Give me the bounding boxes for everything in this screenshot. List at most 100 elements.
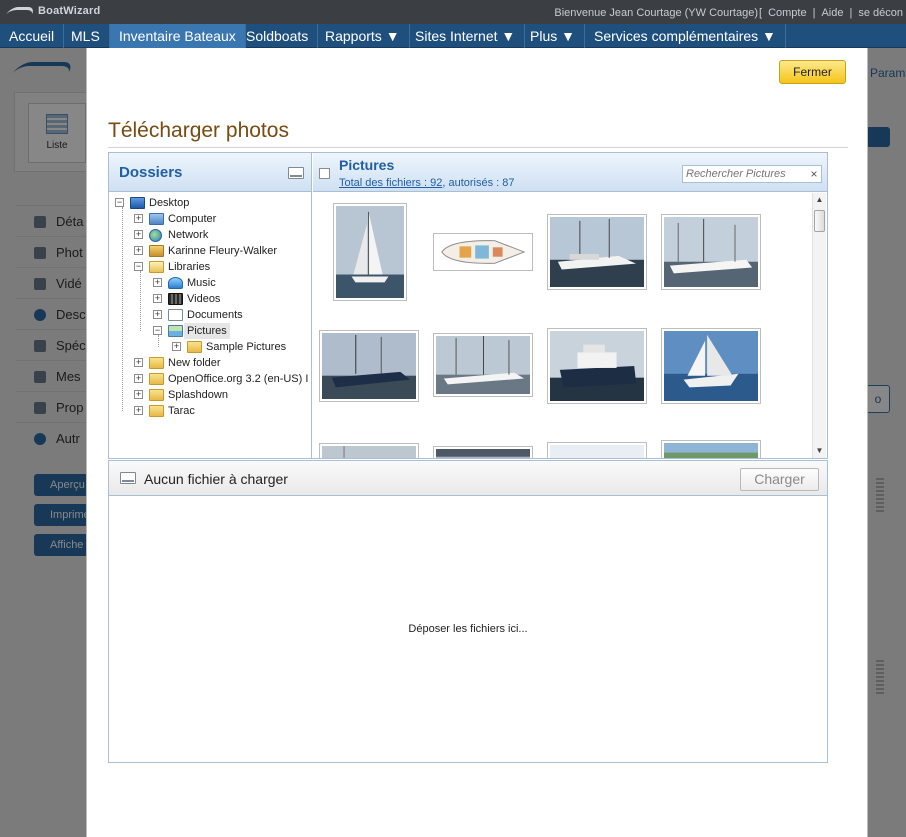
upload-header: Aucun fichier à charger Charger xyxy=(109,461,827,496)
collapse-queue-icon[interactable] xyxy=(120,472,136,484)
tree-node-desktop[interactable]: − Desktop xyxy=(109,195,309,211)
collapse-icon[interactable]: − xyxy=(134,262,143,271)
close-button[interactable]: Fermer xyxy=(779,60,846,84)
photo-thumbnail[interactable] xyxy=(661,440,761,458)
upload-status: Aucun fichier à charger xyxy=(144,471,288,487)
folder-icon xyxy=(149,357,164,369)
photo-thumbnail[interactable] xyxy=(661,328,761,404)
sailboat-photo xyxy=(336,206,404,298)
files-count: Total des fichiers : 92, autorisés : 87 xyxy=(339,177,515,189)
sailing-heeling-photo xyxy=(664,331,758,401)
photo-thumbnail[interactable] xyxy=(547,442,647,458)
tree-node-openoffice[interactable]: + OpenOffice.org 3.2 (en-US) I xyxy=(109,371,309,387)
title-divider xyxy=(108,147,848,148)
expand-icon[interactable]: + xyxy=(134,358,143,367)
boat-photo xyxy=(664,443,758,458)
photo-thumbnail[interactable] xyxy=(661,214,761,290)
pictures-icon xyxy=(168,325,183,337)
nav-rapports[interactable]: Rapports ▼ xyxy=(316,24,410,48)
expand-icon[interactable]: + xyxy=(134,230,143,239)
thumbnail-grid xyxy=(313,193,813,458)
expand-icon[interactable]: + xyxy=(153,278,162,287)
expand-icon[interactable]: + xyxy=(134,374,143,383)
scroll-thumb[interactable] xyxy=(814,210,825,232)
boatwizard-logo-icon xyxy=(5,7,37,16)
folders-pane: Dossiers − Desktop + Computer + Network … xyxy=(109,153,312,458)
photo-thumbnail[interactable] xyxy=(433,446,533,458)
libraries-icon xyxy=(149,261,164,273)
nav-accueil[interactable]: Accueil xyxy=(0,24,65,48)
expand-icon[interactable]: + xyxy=(134,390,143,399)
network-icon xyxy=(149,229,162,242)
folder-icon xyxy=(149,389,164,401)
select-all-checkbox[interactable] xyxy=(319,168,330,179)
tree-node-tarac[interactable]: + Tarac xyxy=(109,403,309,419)
tree-node-new-folder[interactable]: + New folder xyxy=(109,355,309,371)
search-input[interactable] xyxy=(682,165,822,183)
upload-queue: Aucun fichier à charger Charger Déposer … xyxy=(108,460,828,763)
scroll-down-icon[interactable]: ▼ xyxy=(813,444,826,458)
expand-icon[interactable]: + xyxy=(172,342,181,351)
nav-plus[interactable]: Plus ▼ xyxy=(521,24,585,48)
photo-thumbnail[interactable] xyxy=(547,214,647,290)
folders-header: Dossiers xyxy=(109,153,311,192)
collapse-pane-icon[interactable] xyxy=(288,167,304,179)
folder-icon xyxy=(149,373,164,385)
tree-node-label: Documents xyxy=(187,309,243,321)
scroll-up-icon[interactable]: ▲ xyxy=(813,193,826,207)
expand-icon[interactable]: + xyxy=(134,246,143,255)
boat-marina-photo xyxy=(550,217,644,287)
documents-icon xyxy=(168,309,183,321)
files-header: Pictures Total des fichiers : 92, autori… xyxy=(313,153,827,192)
user-folder-icon xyxy=(149,245,164,257)
expand-icon[interactable]: + xyxy=(134,214,143,223)
photo-thumbnail[interactable] xyxy=(319,330,419,402)
tree-node-network[interactable]: + Network xyxy=(109,227,309,243)
photo-thumbnail[interactable] xyxy=(433,233,533,271)
photo-thumbnail[interactable] xyxy=(333,203,407,301)
upload-button[interactable]: Charger xyxy=(740,468,819,491)
nav-services-complementaires[interactable]: Services complémentaires ▼ xyxy=(585,24,786,48)
photo-thumbnail[interactable] xyxy=(433,333,533,397)
motor-yacht-photo xyxy=(550,331,644,401)
brand-logo[interactable]: BoatWizard xyxy=(5,5,100,17)
drop-zone[interactable]: Déposer les fichiers ici... xyxy=(109,497,827,762)
file-browser: Dossiers − Desktop + Computer + Network … xyxy=(108,152,828,459)
deck-plan-image xyxy=(436,236,530,268)
tree-node-pictures[interactable]: − Pictures xyxy=(109,323,309,339)
expand-icon[interactable]: + xyxy=(153,294,162,303)
tree-node-libraries[interactable]: − Libraries xyxy=(109,259,309,275)
tree-node-music[interactable]: + Music xyxy=(109,275,309,291)
clear-search-icon[interactable]: × xyxy=(807,165,821,183)
tree-node-label: Splashdown xyxy=(168,389,228,401)
nav-inventaire-bateaux[interactable]: Inventaire Bateaux xyxy=(110,24,246,48)
dialog-title: Télécharger photos xyxy=(108,119,289,142)
files-pane: Pictures Total des fichiers : 92, autori… xyxy=(313,153,827,458)
help-link[interactable]: Aide xyxy=(821,7,843,19)
photo-thumbnail[interactable] xyxy=(547,328,647,404)
nav-sites-internet[interactable]: Sites Internet ▼ xyxy=(406,24,526,48)
thumbnails-scrollbar[interactable]: ▲ ▼ xyxy=(812,193,826,458)
nav-mls[interactable]: MLS xyxy=(62,24,110,48)
nav-soldboats[interactable]: Soldboats xyxy=(237,24,319,48)
photo-thumbnail[interactable] xyxy=(319,443,419,458)
account-link[interactable]: Compte xyxy=(768,7,807,19)
tree-node-documents[interactable]: + Documents xyxy=(109,307,309,323)
tree-node-user[interactable]: + Karinne Fleury-Walker xyxy=(109,243,309,259)
total-files-link[interactable]: Total des fichiers : 92 xyxy=(339,177,442,189)
separator: | xyxy=(812,7,816,19)
tree-node-computer[interactable]: + Computer xyxy=(109,211,309,227)
folders-title: Dossiers xyxy=(119,164,183,181)
tree-node-videos[interactable]: + Videos xyxy=(109,291,309,307)
logout-link[interactable]: se décon xyxy=(858,7,903,19)
tree-node-label: Music xyxy=(187,277,216,289)
files-folder-title: Pictures xyxy=(339,157,395,173)
collapse-icon[interactable]: − xyxy=(153,326,162,335)
desktop-icon xyxy=(130,197,145,209)
tree-node-splashdown[interactable]: + Splashdown xyxy=(109,387,309,403)
videos-icon xyxy=(168,293,183,305)
collapse-icon[interactable]: − xyxy=(115,198,124,207)
tree-node-sample-pictures[interactable]: + Sample Pictures xyxy=(109,339,309,355)
expand-icon[interactable]: + xyxy=(134,406,143,415)
expand-icon[interactable]: + xyxy=(153,310,162,319)
